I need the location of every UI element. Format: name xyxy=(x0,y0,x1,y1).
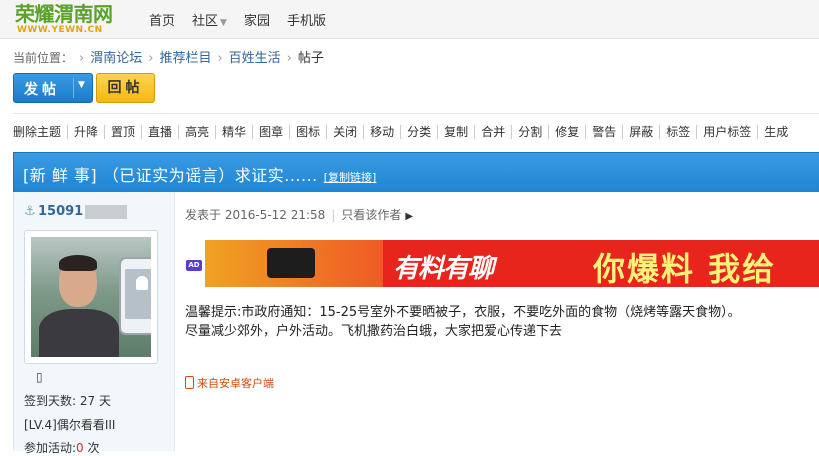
mod-delete-thread[interactable]: 删除主题 xyxy=(13,125,67,139)
mod-sticky[interactable]: 置顶 xyxy=(104,125,141,139)
mod-bump[interactable]: 升降 xyxy=(67,125,104,139)
post-source-label: 来自安卓客户端 xyxy=(197,377,274,390)
redaction-mask xyxy=(85,204,128,219)
chevron-right-icon: › xyxy=(217,51,223,66)
post-date: 发表于 2016-5-12 21:58 xyxy=(185,208,326,222)
nav-home[interactable]: 首页 xyxy=(149,10,175,29)
megaphone-icon xyxy=(267,248,315,278)
meta-separator: | xyxy=(331,208,336,222)
avatar-hair xyxy=(59,255,97,271)
mod-move[interactable]: 移动 xyxy=(363,125,400,139)
post-text: 温馨提示:市政府通知：15-25号室外不要晒被子，衣服，不要吃外面的食物（烧烤等… xyxy=(185,303,741,341)
new-post-label: 发帖 xyxy=(24,82,60,98)
android-robot-icon xyxy=(136,276,148,290)
thread-title-wrap: [新 鲜 事] （已证实为谣言）求证实...... [复制链接] xyxy=(23,162,376,186)
author-name-text: 15091 xyxy=(38,204,84,219)
post: ⚓ 15091 ▯ 签到天数: 27 天 [LV.4]偶尔看看III 参加活动:0… xyxy=(13,192,819,455)
reply-button[interactable]: 回帖 xyxy=(96,73,155,103)
site-logo[interactable]: 荣耀渭南网 WWW.YEWN.CN xyxy=(15,3,137,36)
nav-mobile[interactable]: 手机版 xyxy=(287,10,326,29)
mod-block[interactable]: 屏蔽 xyxy=(622,125,659,139)
user-level[interactable]: [LV.4]偶尔看看III xyxy=(24,416,115,433)
breadcrumb-featured[interactable]: 推荐栏目 xyxy=(159,51,211,66)
mod-repair[interactable]: 修复 xyxy=(548,125,585,139)
mobile-phone-icon: ▯ xyxy=(36,370,43,384)
mod-close[interactable]: 关闭 xyxy=(326,125,363,139)
mod-warn[interactable]: 警告 xyxy=(585,125,622,139)
only-author-link[interactable]: 只看该作者 ▶ xyxy=(341,208,413,222)
checkin-value: 27 天 xyxy=(79,394,111,408)
user-icon: ⚓ xyxy=(24,204,36,219)
android-phone-icon xyxy=(119,257,151,335)
logo-domain: WWW.YEWN.CN xyxy=(17,25,103,35)
chevron-right-icon: › xyxy=(79,51,85,66)
post-source[interactable]: 来自安卓客户端 xyxy=(185,375,274,391)
post-line-2: 尽量减少郊外，户外活动。飞机撒药治白蛾，大家把爱心传递下去 xyxy=(185,324,563,339)
top-navbar: 荣耀渭南网 WWW.YEWN.CN 首页 社区 ▼ 家园 手机版 xyxy=(0,0,819,39)
moderator-toolbar: 删除主题 升降 置顶 直播 高亮 精华 图章 图标 关闭 移动 分类 复制 合并… xyxy=(13,125,794,139)
nav-community[interactable]: 社区 ▼ xyxy=(192,10,227,29)
main-nav: 首页 社区 ▼ 家园 手机版 xyxy=(149,10,343,29)
mod-split[interactable]: 分割 xyxy=(511,125,548,139)
mod-icon[interactable]: 图标 xyxy=(289,125,326,139)
mod-category[interactable]: 分类 xyxy=(400,125,437,139)
chevron-down-icon[interactable]: ▼ xyxy=(78,80,85,90)
breadcrumb-life[interactable]: 百姓生活 xyxy=(229,51,281,66)
mod-user-tags[interactable]: 用户标签 xyxy=(696,125,757,139)
avatar-frame xyxy=(24,230,158,364)
breadcrumb-prefix: 当前位置： xyxy=(13,51,74,65)
breadcrumb-current: 帖子 xyxy=(297,51,324,66)
mod-highlight[interactable]: 高亮 xyxy=(178,125,215,139)
banner-cta: 你爆料 我给 xyxy=(593,250,777,287)
banner-slogan: 有料有聊 xyxy=(393,254,494,284)
avatar-body xyxy=(39,309,119,357)
divider xyxy=(13,113,819,114)
copy-link-button[interactable]: [复制链接] xyxy=(324,171,377,184)
author-name[interactable]: ⚓ 15091 xyxy=(24,204,128,219)
breadcrumb-forum[interactable]: 渭南论坛 xyxy=(90,51,142,66)
ad-banner[interactable]: 有料有聊 你爆料 我给 xyxy=(205,240,819,287)
banner-illustration xyxy=(205,240,383,287)
author-sidebar: ⚓ 15091 ▯ 签到天数: 27 天 [LV.4]偶尔看看III 参加活动:0… xyxy=(14,192,175,455)
nav-home-space[interactable]: 家园 xyxy=(244,10,270,29)
post-meta: 发表于 2016-5-12 21:58 | 只看该作者 ▶ xyxy=(185,206,413,223)
activity-value: 0 xyxy=(76,441,84,455)
chevron-right-icon: › xyxy=(286,51,292,66)
checkin-label: 签到天数: xyxy=(24,394,80,408)
mod-live[interactable]: 直播 xyxy=(141,125,178,139)
avatar[interactable] xyxy=(31,237,151,357)
thread-title-bar: [新 鲜 事] （已证实为谣言）求证实...... [复制链接] xyxy=(13,152,819,193)
mod-digest[interactable]: 精华 xyxy=(215,125,252,139)
activity-count: 参加活动:0 次 xyxy=(24,439,100,456)
ad-badge: AD xyxy=(186,260,202,271)
chevron-right-icon: › xyxy=(148,51,154,66)
post-line-1: 温馨提示:市政府通知：15-25号室外不要晒被子，衣服，不要吃外面的食物（烧烤等… xyxy=(185,305,741,320)
activity-label: 参加活动: xyxy=(24,441,77,455)
logo-text: 荣耀渭南网 xyxy=(15,2,113,26)
button-divider xyxy=(73,78,74,98)
post-content: 发表于 2016-5-12 21:58 | 只看该作者 ▶ AD 有料有聊 你爆料 我… xyxy=(175,192,819,451)
mod-copy[interactable]: 复制 xyxy=(437,125,474,139)
mod-merge[interactable]: 合并 xyxy=(474,125,511,139)
triangle-right-icon: ▶ xyxy=(405,211,414,222)
breadcrumb: 当前位置： › 渭南论坛 › 推荐栏目 › 百姓生活 › 帖子 xyxy=(13,47,324,66)
phone-screen xyxy=(125,269,151,319)
thread-title: [新 鲜 事] （已证实为谣言）求证实...... xyxy=(23,166,318,185)
activity-unit: 次 xyxy=(83,441,100,455)
mod-stamp[interactable]: 图章 xyxy=(252,125,289,139)
chevron-down-icon: ▼ xyxy=(220,18,227,28)
only-author-label: 只看该作者 xyxy=(341,208,402,222)
android-phone-icon xyxy=(185,376,194,389)
new-post-button[interactable]: 发帖 ▼ xyxy=(13,73,93,103)
nav-community-label: 社区 xyxy=(192,14,219,29)
mod-tags[interactable]: 标签 xyxy=(659,125,696,139)
mod-generate[interactable]: 生成 xyxy=(757,125,794,139)
checkin-days: 签到天数: 27 天 xyxy=(24,392,111,409)
